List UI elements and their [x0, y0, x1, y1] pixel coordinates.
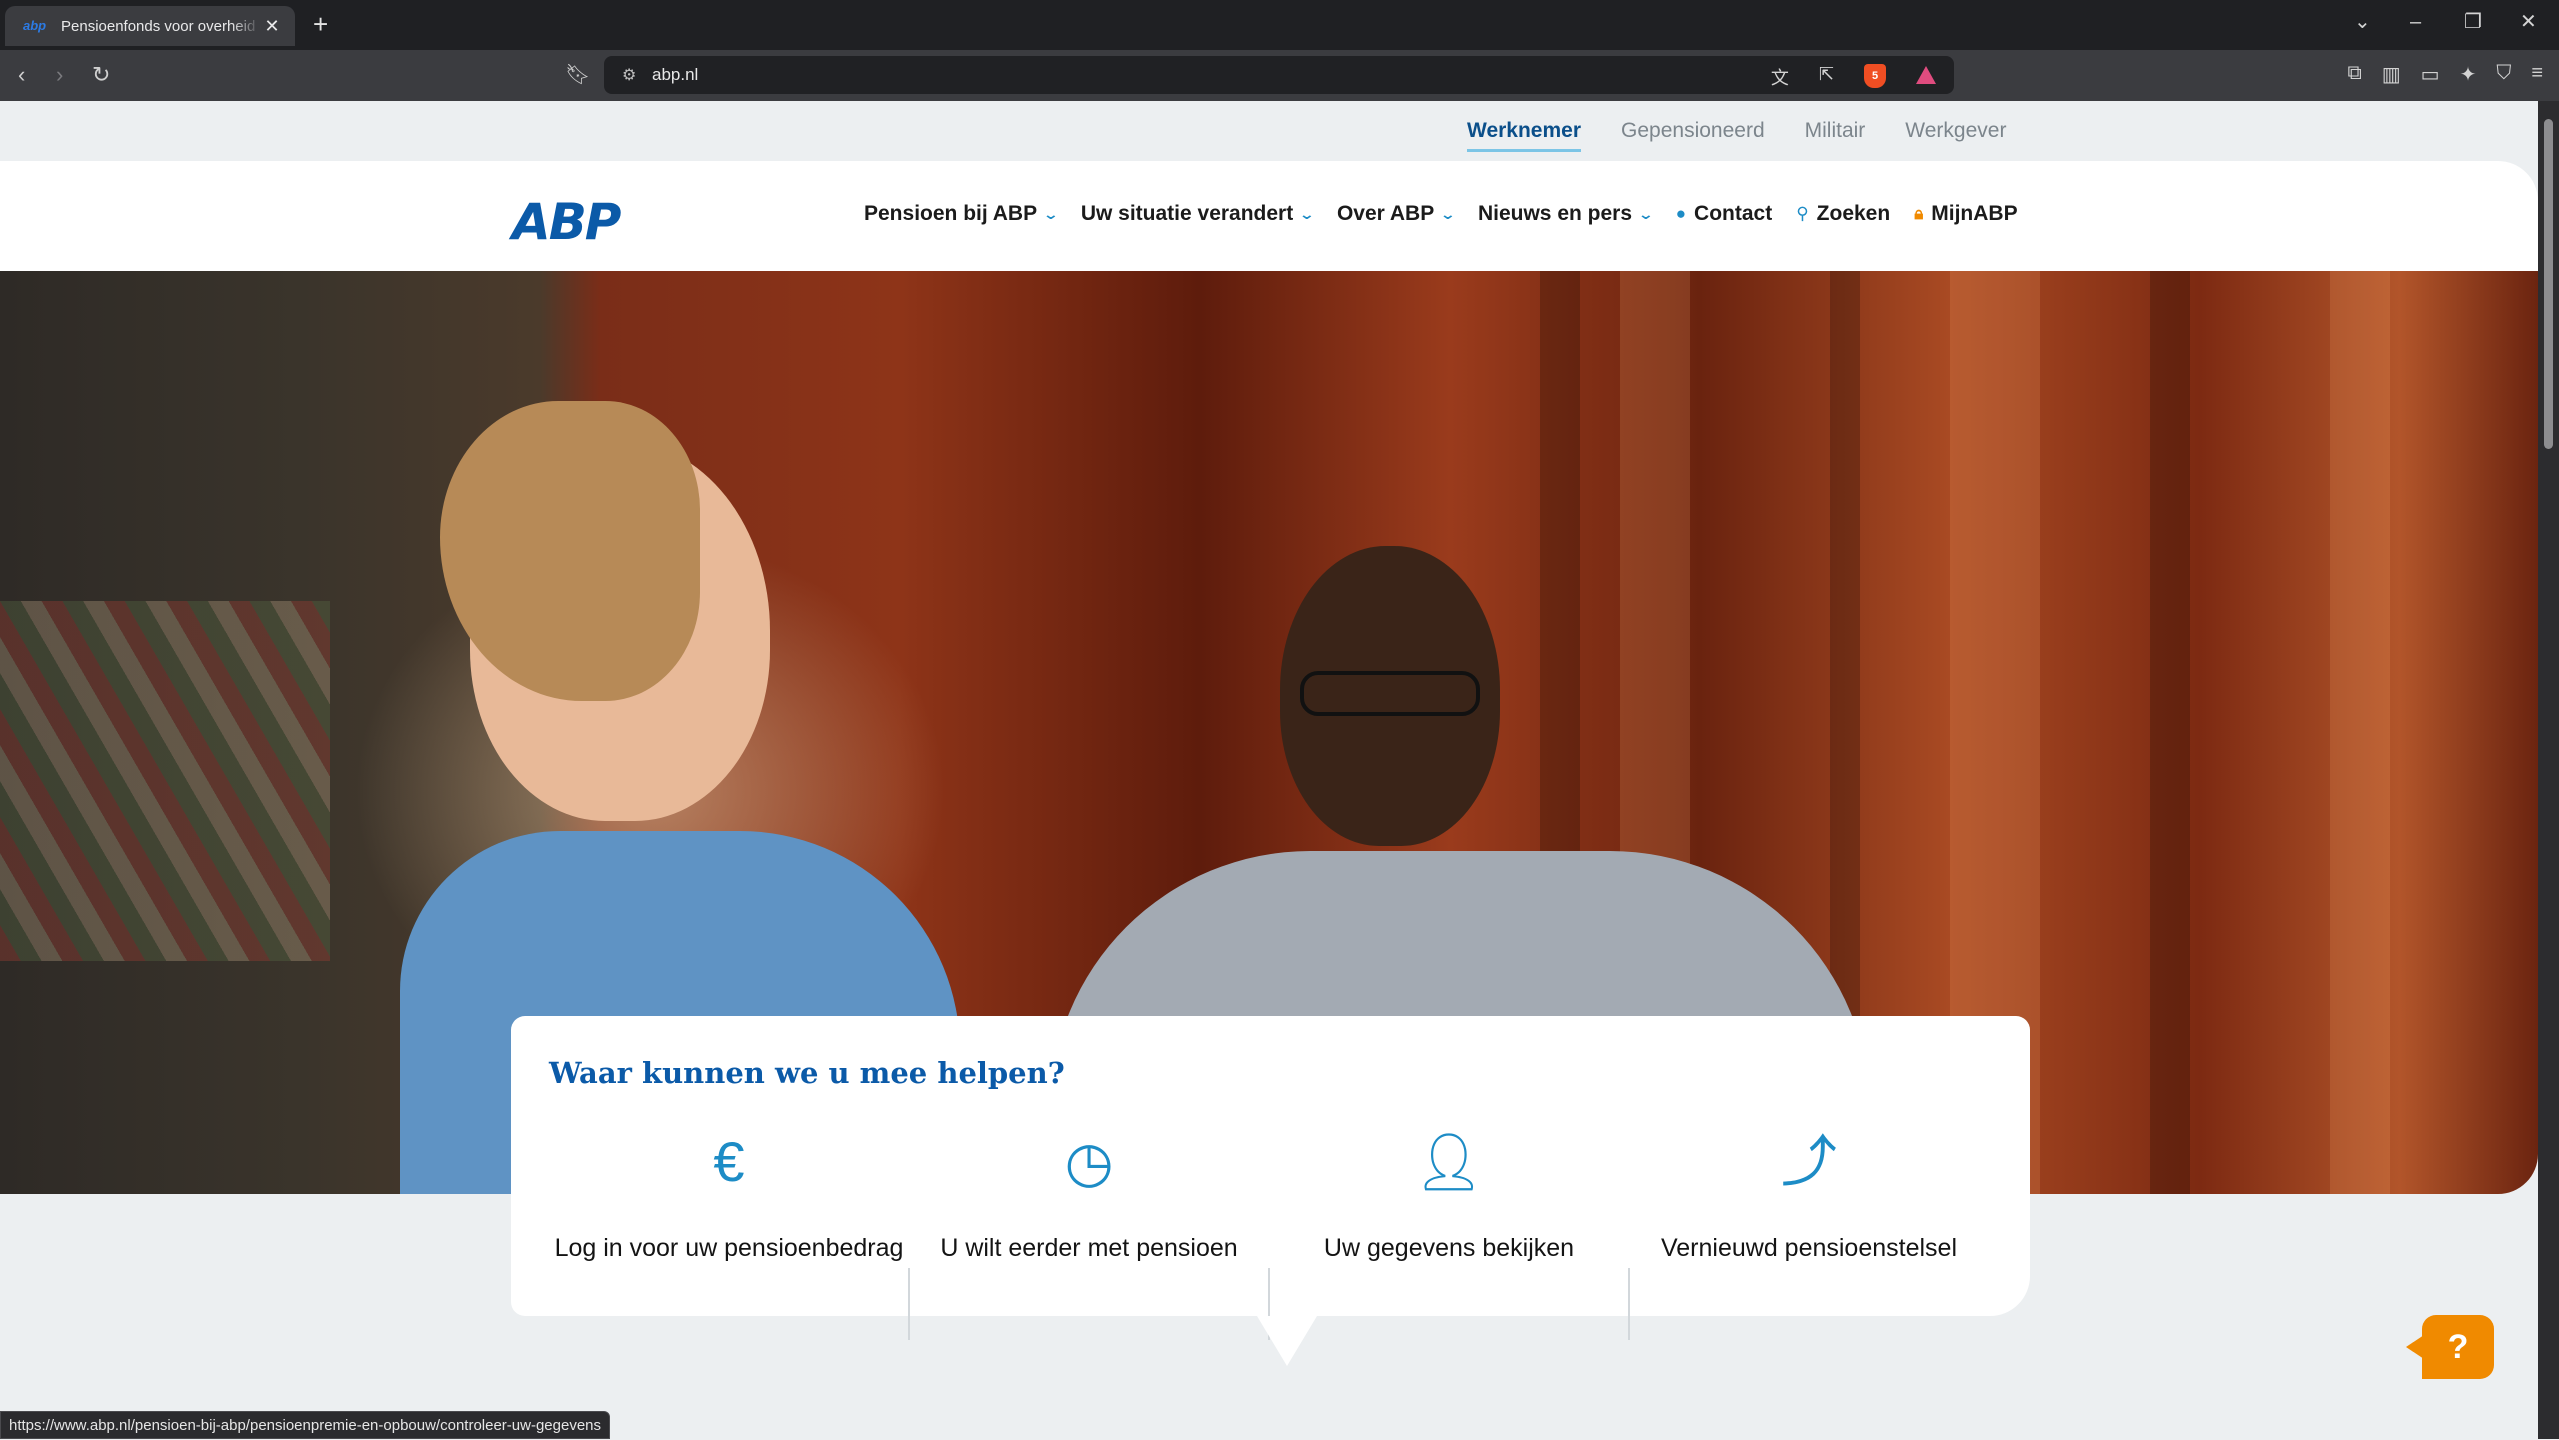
- help-item-vernieuwd-pensioenstelsel[interactable]: ⤴ Vernieuwd pensioenstelsel: [1629, 1126, 1989, 1286]
- help-title: Waar kunnen we u mee helpen?: [549, 1056, 1065, 1090]
- help-item-gegevens-bekijken[interactable]: 👤︎ Uw gegevens bekijken: [1269, 1126, 1629, 1286]
- page-scrollbar[interactable]: [2538, 101, 2559, 1439]
- forward-arrow-icon[interactable]: ›: [56, 63, 63, 87]
- hero-wood-stripe: [2330, 271, 2390, 1194]
- tab-close-icon[interactable]: ✕: [261, 16, 283, 37]
- help-item-eerder-met-pensioen[interactable]: ◷ U wilt eerder met pensioen: [909, 1126, 1269, 1286]
- abp-logo[interactable]: ABP: [512, 193, 621, 251]
- main-header: ABP Pensioen bij ABP ⌄ Uw situatie veran…: [0, 161, 2538, 271]
- link-status-bar: https://www.abp.nl/pensioen-bij-abp/pens…: [0, 1411, 611, 1439]
- audience-nav: Werknemer Gepensioneerd Militair Werkgev…: [0, 101, 2538, 161]
- menu-label: Over ABP: [1336, 202, 1435, 225]
- back-arrow-icon[interactable]: ‹: [18, 63, 25, 87]
- menu-label: Zoeken: [1816, 202, 1891, 225]
- help-item-label: Uw gegevens bekijken: [1323, 1234, 1575, 1262]
- menu-label: MijnABP: [1931, 202, 2018, 225]
- audience-link-militair[interactable]: Militair: [1805, 119, 1866, 152]
- menu-zoeken[interactable]: ⚲ Zoeken: [1796, 202, 1890, 226]
- wallet-icon[interactable]: ▭: [2421, 62, 2440, 87]
- share-icon[interactable]: ⇱: [1819, 64, 1834, 90]
- extensions-puzzle-icon[interactable]: ⧉: [2347, 62, 2361, 87]
- audience-link-werkgever[interactable]: Werkgever: [1905, 119, 2006, 152]
- audience-link-werknemer[interactable]: Werknemer: [1467, 119, 1582, 152]
- minimize-window-icon[interactable]: –: [2410, 12, 2421, 32]
- leo-ai-icon[interactable]: ✦: [2460, 62, 2477, 87]
- help-chat-button[interactable]: ?: [2406, 1315, 2494, 1379]
- close-window-icon[interactable]: ✕: [2520, 12, 2537, 32]
- menu-pensioen-bij-abp[interactable]: Pensioen bij ABP ⌄: [864, 202, 1060, 226]
- help-circle-icon: ●: [1675, 204, 1687, 223]
- menu-label: Contact: [1694, 202, 1773, 225]
- browser-toolbar: ‹ › ↻ 🔖︎ ⚙ abp.nl 文 ⇱ 5 ⧉ ▥ ▭ ✦ ⛉ ≡: [0, 50, 2559, 101]
- lock-icon: 🔒︎: [1914, 204, 1924, 223]
- menu-contact[interactable]: ● Contact: [1676, 202, 1772, 226]
- hero-pattern-cushion: [0, 601, 330, 961]
- browser-tab-active[interactable]: abp Pensioenfonds voor overheid en onder…: [5, 6, 295, 46]
- menu-uw-situatie-verandert[interactable]: Uw situatie verandert ⌄: [1080, 202, 1316, 226]
- chevron-down-icon: ⌄: [1439, 205, 1457, 222]
- menu-mijnabp[interactable]: 🔒︎ MijnABP: [1914, 202, 2017, 226]
- hero-wood-stripe: [2150, 271, 2190, 1194]
- help-item-pensioenbedrag[interactable]: € Log in voor uw pensioenbedrag: [549, 1126, 909, 1286]
- menu-hamburger-icon[interactable]: ≡: [2531, 62, 2543, 87]
- address-bar[interactable]: ⚙ abp.nl 文 ⇱ 5: [604, 56, 1954, 94]
- audience-link-gepensioneerd[interactable]: Gepensioneerd: [1621, 119, 1765, 152]
- scrollbar-thumb[interactable]: [2544, 119, 2553, 449]
- menu-label: Nieuws en pers: [1477, 202, 1633, 225]
- user-settings-icon: 👤︎: [1413, 1130, 1485, 1193]
- brave-rewards-icon[interactable]: [1916, 66, 1936, 84]
- main-menu: Pensioen bij ABP ⌄ Uw situatie verandert…: [864, 202, 2042, 226]
- restore-window-icon[interactable]: ❐: [2464, 12, 2482, 32]
- translate-icon[interactable]: 文: [1771, 64, 1789, 90]
- browser-tab-bar: abp Pensioenfonds voor overheid en onder…: [0, 0, 2559, 50]
- help-item-label: Vernieuwd pensioenstelsel: [1660, 1234, 1958, 1262]
- address-bar-icons: 文 ⇱ 5: [1771, 64, 1936, 90]
- abp-favicon-icon: abp: [23, 18, 47, 33]
- chevron-down-icon: ⌄: [1042, 205, 1060, 222]
- tab-search-chevron-icon[interactable]: ⌄: [2354, 12, 2371, 32]
- hero-man-glasses: [1300, 671, 1480, 716]
- menu-label: Pensioen bij ABP: [864, 202, 1038, 225]
- bookmark-icon[interactable]: 🔖︎: [565, 62, 590, 87]
- chevron-down-icon: ⌄: [1298, 205, 1316, 222]
- help-item-label: Log in voor uw pensioenbedrag: [554, 1234, 904, 1262]
- web-page: Werknemer Gepensioneerd Militair Werkgev…: [0, 101, 2538, 1439]
- menu-nieuws-en-pers[interactable]: Nieuws en pers ⌄: [1477, 202, 1655, 226]
- history-clock-icon: ◷: [1064, 1130, 1114, 1193]
- euro-icon: €: [713, 1130, 745, 1193]
- help-card: Waar kunnen we u mee helpen? € Log in vo…: [511, 1016, 2030, 1366]
- chevron-down-icon: ⌄: [1637, 205, 1655, 222]
- help-item-label: U wilt eerder met pensioen: [940, 1234, 1238, 1262]
- search-icon: ⚲: [1796, 204, 1809, 223]
- vpn-shield-icon[interactable]: ⛉: [2496, 62, 2511, 87]
- tab-title: Pensioenfonds voor overheid en onderwijs: [61, 17, 261, 35]
- new-tab-button[interactable]: +: [313, 10, 328, 38]
- reload-icon[interactable]: ↻: [92, 63, 110, 87]
- sidebar-icon[interactable]: ▥: [2382, 62, 2401, 87]
- url-text[interactable]: abp.nl: [652, 65, 698, 85]
- help-card-pointer: [1257, 1316, 1317, 1366]
- brave-shields-icon[interactable]: 5: [1864, 64, 1886, 88]
- menu-label: Uw situatie verandert: [1080, 202, 1294, 225]
- menu-over-abp[interactable]: Over ABP ⌄: [1336, 202, 1457, 226]
- extension-icons: ⧉ ▥ ▭ ✦ ⛉ ≡: [2347, 62, 2543, 87]
- merge-arrow-icon: ⤴: [1781, 1130, 1837, 1193]
- site-settings-icon[interactable]: ⚙: [622, 65, 652, 85]
